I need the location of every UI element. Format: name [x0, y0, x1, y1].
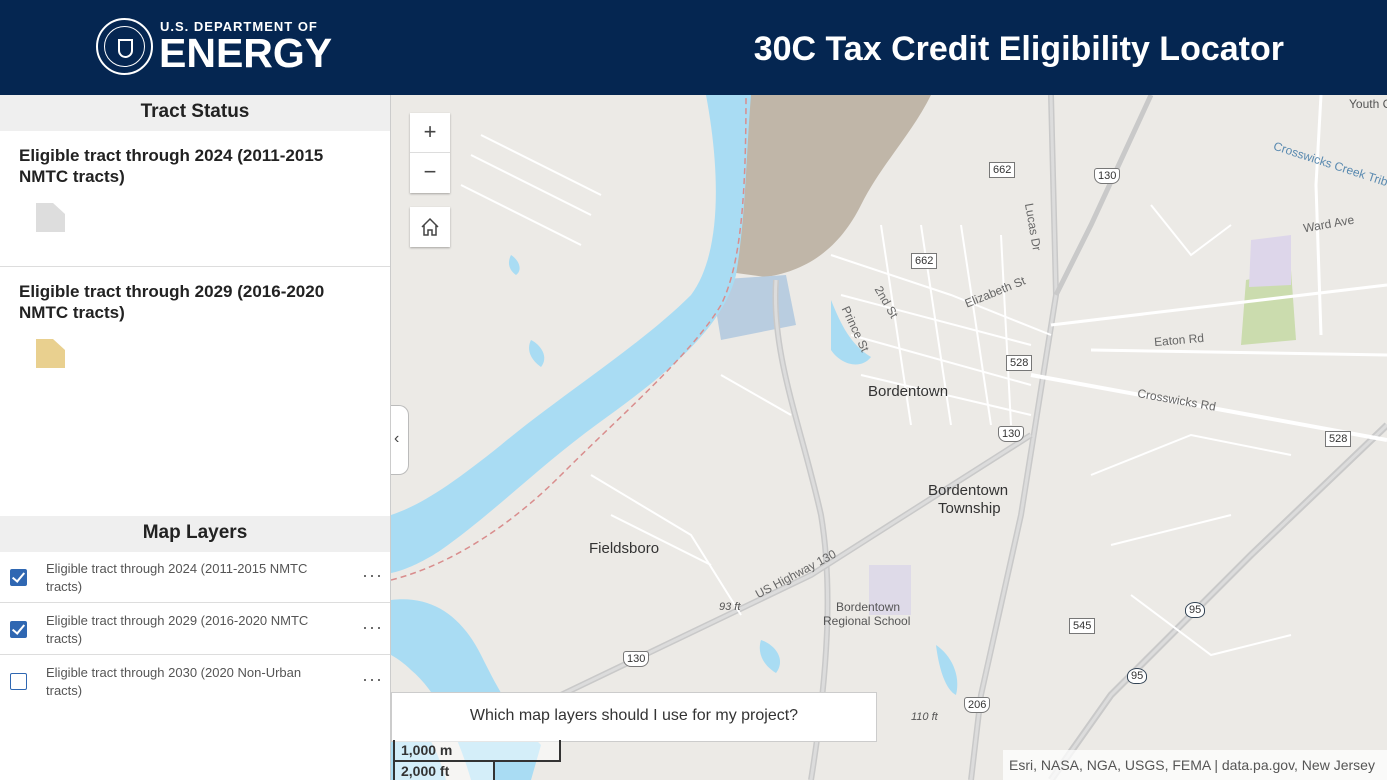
layer-row-2030[interactable]: Eligible tract through 2030 (2020 Non-Ur… — [0, 655, 390, 707]
map-label: Youth C — [1349, 97, 1387, 111]
layer-row-2029[interactable]: Eligible tract through 2029 (2016-2020 N… — [0, 603, 390, 655]
layer-row-2024[interactable]: Eligible tract through 2024 (2011-2015 N… — [0, 551, 390, 603]
elevation-label: 93 ft — [719, 601, 741, 613]
layer-checkbox[interactable] — [10, 621, 27, 638]
page-title: 30C Tax Credit Eligibility Locator — [753, 30, 1284, 68]
legend-swatch-2029 — [36, 339, 65, 368]
more-options-icon[interactable]: ··· — [362, 617, 383, 638]
status-label: Eligible tract through 2024 (2011-2015 N… — [19, 146, 324, 186]
route-shield: 95 — [1185, 602, 1206, 618]
zoom-out-button[interactable]: − — [410, 153, 450, 193]
scale-bar: 1,000 m 2,000 ft — [393, 740, 563, 780]
chevron-left-icon: ‹ — [394, 430, 400, 447]
collapse-panel-button[interactable]: ‹ — [391, 405, 409, 475]
more-options-icon[interactable]: ··· — [362, 669, 383, 690]
map-layers-heading: Map Layers — [0, 516, 390, 552]
status-item-2024: Eligible tract through 2024 (2011-2015 N… — [0, 131, 390, 267]
status-item-2029: Eligible tract through 2029 (2016-2020 N… — [0, 267, 390, 403]
zoom-control: + − — [410, 113, 450, 193]
org-name-main: ENERGY — [159, 30, 333, 76]
left-panel: Tract Status Eligible tract through 2024… — [0, 95, 391, 780]
layer-label: Eligible tract through 2030 (2020 Non-Ur… — [46, 665, 302, 698]
route-shield: 662 — [911, 253, 938, 269]
route-shield: 528 — [1006, 355, 1033, 371]
scale-imperial: 2,000 ft — [393, 762, 495, 780]
place-label-fieldsboro: Fieldsboro — [589, 540, 660, 557]
layer-help-button[interactable]: Which map layers should I use for my pro… — [391, 692, 877, 742]
basemap — [391, 95, 1387, 780]
route-shield: 662 — [989, 162, 1016, 178]
layer-checkbox[interactable] — [10, 569, 27, 586]
home-icon — [421, 217, 439, 236]
layer-label: Eligible tract through 2029 (2016-2020 N… — [46, 613, 309, 646]
route-shield: 130 — [623, 651, 650, 667]
status-label: Eligible tract through 2029 (2016-2020 N… — [19, 282, 325, 322]
doe-seal-logo — [96, 18, 153, 75]
map-attribution: Esri, NASA, NGA, USGS, FEMA | data.pa.go… — [1003, 750, 1387, 780]
zoom-in-button[interactable]: + — [410, 113, 450, 153]
more-options-icon[interactable]: ··· — [362, 565, 383, 586]
route-shield: 528 — [1325, 431, 1352, 447]
route-shield: 545 — [1069, 618, 1096, 634]
place-label-bordentown-township: Township — [938, 500, 1001, 517]
route-shield: 95 — [1127, 668, 1148, 684]
tract-status-heading: Tract Status — [0, 95, 390, 131]
layer-label: Eligible tract through 2024 (2011-2015 N… — [46, 561, 308, 594]
legend-swatch-2024 — [36, 203, 65, 232]
route-shield: 130 — [1094, 168, 1121, 184]
place-label-bordentown: Bordentown — [868, 383, 949, 400]
map-label: Bordentown — [836, 600, 901, 614]
layer-checkbox[interactable] — [10, 673, 27, 690]
app-header: U.S. DEPARTMENT OF ENERGY 30C Tax Credit… — [0, 0, 1387, 95]
map-label: Regional School — [823, 614, 911, 628]
place-label-bordentown-township: Bordentown — [928, 482, 1009, 499]
route-shield: 206 — [964, 697, 991, 713]
route-shield: 130 — [998, 426, 1025, 442]
seal-inner-ring — [104, 26, 145, 67]
elevation-label: 110 ft — [911, 711, 938, 723]
home-button[interactable] — [410, 207, 450, 247]
seal-shield-shape — [118, 39, 133, 58]
scale-metric: 1,000 m — [393, 740, 561, 762]
map-view[interactable]: + − ‹ Youth C Crosswicks Creek Trib Ward… — [391, 95, 1387, 780]
